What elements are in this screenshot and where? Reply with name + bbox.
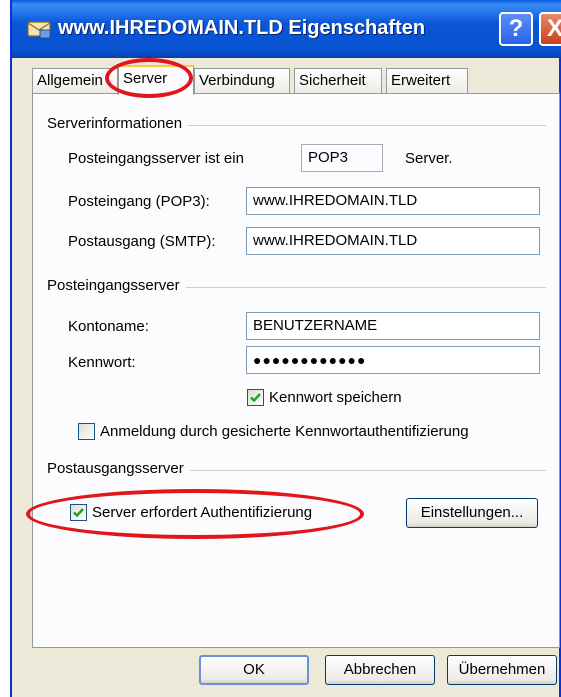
account-icon	[27, 21, 51, 39]
tab-allgemein[interactable]: Allgemein	[32, 68, 118, 94]
window-title: www.IHREDOMAIN.TLD Eigenschaften	[58, 17, 426, 39]
password-label: Kennwort:	[68, 354, 136, 371]
server-type-value: POP3	[301, 144, 383, 172]
close-button[interactable]: X	[539, 12, 561, 46]
spa-label[interactable]: Anmeldung durch gesicherte Kennwortauthe…	[100, 423, 469, 440]
outgoing-server-label: Postausgang (SMTP):	[68, 233, 216, 250]
tab-server[interactable]: Server	[118, 65, 194, 95]
server-type-suffix: Server.	[405, 150, 453, 167]
tab-verbindung[interactable]: Verbindung	[194, 68, 290, 94]
group-posteingangsserver: Posteingangsserver	[47, 277, 186, 294]
ok-button[interactable]: OK	[199, 655, 309, 685]
cancel-button[interactable]: Abbrechen	[325, 655, 435, 685]
account-name-input[interactable]: BENUTZERNAME	[246, 312, 540, 340]
close-icon: X	[546, 15, 561, 42]
title-bar[interactable]: www.IHREDOMAIN.TLD Eigenschaften ? X	[12, 0, 561, 58]
incoming-server-label: Posteingang (POP3):	[68, 193, 210, 210]
checkmark-icon	[250, 393, 261, 403]
tab-sicherheit[interactable]: Sicherheit	[294, 68, 382, 94]
tab-erweitert[interactable]: Erweitert	[386, 68, 468, 94]
settings-button[interactable]: Einstellungen...	[406, 498, 538, 528]
group-postausgangsserver: Postausgangsserver	[47, 460, 190, 477]
incoming-server-input[interactable]: www.IHREDOMAIN.TLD	[246, 187, 540, 215]
help-button[interactable]: ?	[499, 12, 533, 46]
remember-password-checkbox[interactable]	[247, 389, 264, 406]
outgoing-server-input[interactable]: www.IHREDOMAIN.TLD	[246, 227, 540, 255]
apply-button[interactable]: Übernehmen	[447, 655, 557, 685]
checkmark-icon	[73, 508, 84, 518]
smtp-auth-label[interactable]: Server erfordert Authentifizierung	[92, 504, 312, 521]
group-serverinformationen: Serverinformationen	[47, 115, 189, 132]
server-tab-panel: Serverinformationen Posteingangsserver i…	[32, 93, 560, 648]
smtp-auth-checkbox[interactable]	[70, 504, 87, 521]
spa-checkbox[interactable]	[78, 423, 95, 440]
account-name-label: Kontoname:	[68, 318, 149, 335]
help-icon: ?	[508, 15, 524, 42]
properties-dialog: www.IHREDOMAIN.TLD Eigenschaften ? X All…	[10, 0, 561, 697]
remember-password-label[interactable]: Kennwort speichern	[269, 389, 402, 406]
password-input[interactable]: ●●●●●●●●●●●●	[246, 346, 540, 374]
server-type-label: Posteingangsserver ist ein	[68, 150, 244, 167]
